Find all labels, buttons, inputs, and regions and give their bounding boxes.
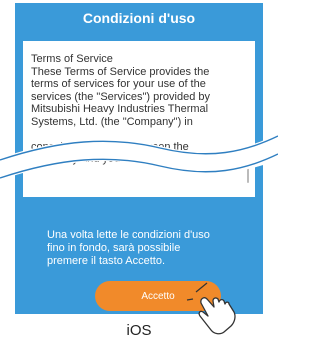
instructions-text: Una volta lette le condizioni d'uso fino… [47,229,247,268]
terms-line: Company and you. [31,153,124,166]
terms-line: Terms of Service [31,53,113,65]
terms-text: Terms of Service These Terms of Service … [31,53,245,166]
terms-line: consultation by and between the [31,140,189,153]
terms-line: These Terms of Service provides the [31,65,210,78]
instructions-line: Una volta lette le condizioni d'uso [47,229,210,241]
scrollbar[interactable] [247,167,249,183]
instructions-line: premere il tasto Accetto. [47,255,165,267]
platform-label: iOS [126,322,152,339]
phone-screen: Condizioni d'uso Terms of Service These … [15,3,263,314]
terms-line: Systems, Ltd. (the "Company") in [31,115,193,128]
instructions-line: fino in fondo, sarà possibile [47,242,181,254]
terms-scroll-area[interactable]: Terms of Service These Terms of Service … [23,41,255,197]
accept-button[interactable]: Accetto [95,281,221,311]
terms-line: services (the "Services") provided by [31,90,210,103]
terms-line: Mitsubishi Heavy Industries Thermal [31,103,209,116]
page-title: Condizioni d'uso [82,10,196,26]
omitted-text-gap [31,129,245,141]
terms-line: terms of services for your use of the [31,78,206,91]
